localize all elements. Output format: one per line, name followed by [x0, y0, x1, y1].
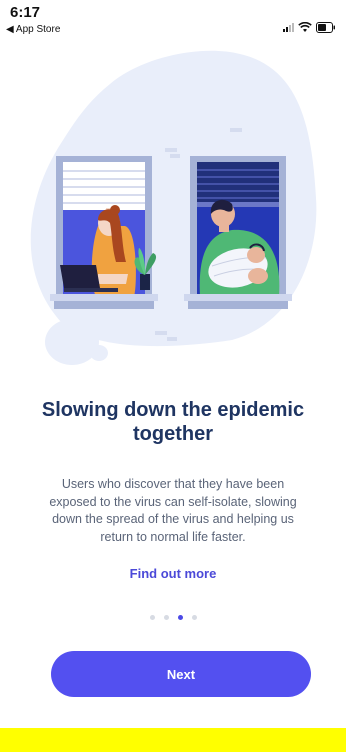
- status-bar: 6:17 ◀ App Store: [0, 0, 346, 44]
- left-window: [50, 156, 158, 309]
- onboarding-headline: Slowing down the epidemic together: [41, 399, 305, 445]
- footer-bar: [0, 728, 346, 752]
- battery-icon: [316, 21, 335, 33]
- onboarding-description: Users who discover that they have been e…: [49, 477, 297, 544]
- back-to-app-store-link[interactable]: ◀ App Store: [6, 24, 60, 35]
- status-icons: [283, 20, 336, 34]
- right-window: [184, 156, 292, 309]
- page-dot-1[interactable]: [149, 615, 155, 620]
- page-dot-3[interactable]: [177, 615, 183, 620]
- page-dot-2[interactable]: [163, 615, 169, 620]
- status-time: 6:17: [10, 4, 41, 21]
- find-out-more-link[interactable]: Find out more: [0, 566, 346, 581]
- next-button[interactable]: Next: [51, 651, 311, 697]
- page-indicator: [0, 615, 346, 620]
- signal-icon: [283, 22, 294, 32]
- illustration: [30, 50, 317, 365]
- page-dot-4[interactable]: [191, 615, 197, 620]
- wifi-icon: [298, 21, 312, 32]
